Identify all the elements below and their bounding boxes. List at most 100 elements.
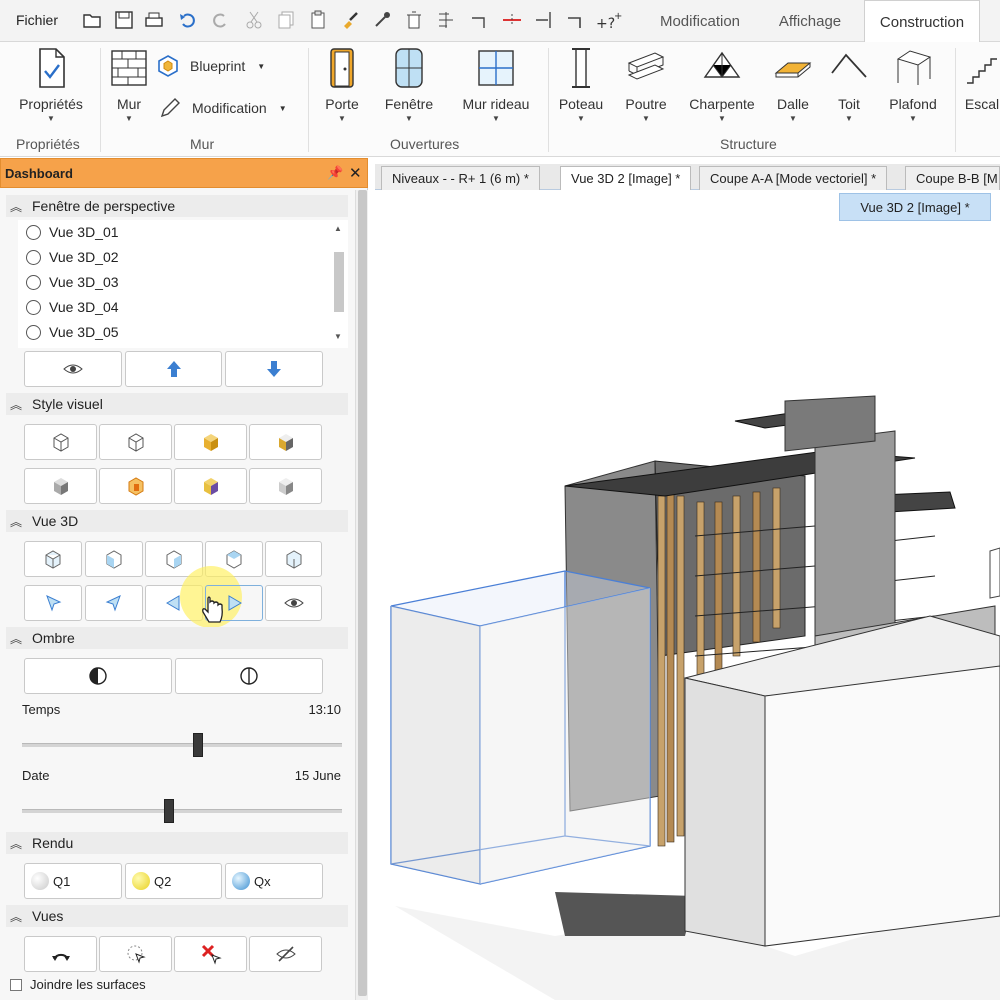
shadow-on-button[interactable] [24, 658, 172, 694]
perspective-item-2[interactable]: Vue 3D_02 [26, 249, 119, 265]
section-vues[interactable]: ︽ Vues [6, 905, 348, 927]
radio-button[interactable] [26, 274, 41, 290]
extend-icon[interactable] [534, 10, 554, 30]
print-icon[interactable] [144, 10, 164, 30]
render-q1-button[interactable]: Q1 [24, 863, 122, 899]
view-perspective-button[interactable] [24, 351, 122, 387]
temps-slider[interactable] [22, 743, 342, 747]
tab-affichage[interactable]: Affichage [766, 0, 854, 42]
perspective-item-1[interactable]: Vue 3D_01 [26, 224, 119, 240]
align-icon[interactable] [436, 10, 456, 30]
modification-button[interactable]: Modification ▼ [158, 96, 287, 120]
charpente-button[interactable]: Charpente ▼ [684, 46, 760, 123]
tab-modification[interactable]: Modification [648, 0, 752, 42]
view-left-button[interactable] [265, 541, 322, 577]
hide-view-button[interactable] [249, 936, 322, 972]
style-colored-button[interactable] [174, 468, 247, 504]
close-icon[interactable]: ✕ [349, 164, 362, 182]
scroll-down-icon[interactable]: ▼ [334, 332, 342, 341]
nav-view-button[interactable] [265, 585, 322, 621]
style-render-button[interactable] [249, 468, 322, 504]
open-folder-icon[interactable] [82, 10, 102, 30]
toit-button[interactable]: Toit ▼ [824, 46, 874, 123]
cut-icon[interactable] [244, 10, 264, 30]
dalle-button[interactable]: Dalle ▼ [770, 46, 816, 123]
corner-icon[interactable] [566, 10, 586, 30]
section-vue-3d[interactable]: ︽ Vue 3D [6, 510, 348, 532]
paint-brush-icon[interactable] [340, 10, 360, 30]
doc-tab-vue-3d-2[interactable]: Vue 3D 2 [Image] * [560, 166, 692, 190]
mur-rideau-button[interactable]: Mur rideau ▼ [456, 46, 536, 123]
redo-icon[interactable] [210, 10, 230, 30]
poteau-button[interactable]: Poteau ▼ [556, 46, 606, 123]
render-q2-button[interactable]: Q2 [125, 863, 222, 899]
eyedropper-icon[interactable] [372, 10, 392, 30]
render-qx-button[interactable]: Qx [225, 863, 323, 899]
proprietes-button[interactable]: Propriétés ▼ [14, 46, 88, 123]
style-shaded-button[interactable] [174, 424, 247, 460]
perspective-item-3[interactable]: Vue 3D_03 [26, 274, 119, 290]
perspective-item-5[interactable]: Vue 3D_05 [26, 324, 119, 340]
scroll-up-icon[interactable]: ▲ [334, 224, 342, 233]
select-view-button[interactable] [99, 936, 172, 972]
separator [955, 48, 956, 152]
restore-view-button[interactable] [24, 936, 97, 972]
porte-button[interactable]: Porte ▼ [320, 46, 364, 123]
shadow-off-button[interactable] [175, 658, 323, 694]
doc-tab-niveaux[interactable]: Niveaux - - R+ 1 (6 m) * [381, 166, 540, 190]
radio-button[interactable] [26, 324, 41, 340]
join-surfaces-checkbox[interactable]: Joindre les surfaces [10, 977, 146, 992]
building-model-render[interactable] [375, 196, 1000, 1000]
radio-button[interactable] [26, 249, 41, 265]
style-wireframe-button[interactable] [24, 424, 97, 460]
tab-construction[interactable]: Construction [864, 0, 980, 43]
copy-icon[interactable] [276, 10, 296, 30]
scrollbar-thumb[interactable] [334, 252, 344, 312]
radio-button[interactable] [26, 299, 41, 315]
slab-icon [773, 46, 813, 90]
style-textured-button[interactable] [249, 424, 322, 460]
help-icon[interactable]: +? + [596, 10, 630, 30]
mur-button[interactable]: Mur ▼ [108, 46, 150, 123]
style-transparent-button[interactable] [99, 468, 172, 504]
section-perspective[interactable]: ︽ Fenêtre de perspective [6, 195, 348, 217]
checkbox[interactable] [10, 978, 22, 991]
pin-icon[interactable]: 📌 [327, 165, 343, 181]
doc-tab-coupe-a-a[interactable]: Coupe A-A [Mode vectoriel] * [699, 166, 888, 190]
nav-pointer-button[interactable] [24, 585, 82, 621]
radio-button[interactable] [26, 224, 41, 240]
delete-icon[interactable] [404, 10, 424, 30]
doc-tab-coupe-b-b[interactable]: Coupe B-B [M [905, 166, 1000, 190]
roof-truss-icon [702, 46, 742, 90]
file-menu[interactable]: Fichier [16, 12, 58, 28]
dashboard-scrollbar[interactable] [355, 190, 368, 1000]
escalier-button[interactable]: Escal [964, 46, 1000, 112]
perspective-item-4[interactable]: Vue 3D_04 [26, 299, 119, 315]
date-slider-thumb[interactable] [164, 799, 175, 823]
paste-icon[interactable] [308, 10, 328, 30]
fenetre-button[interactable]: Fenêtre ▼ [382, 46, 436, 123]
section-style-visuel[interactable]: ︽ Style visuel [6, 393, 348, 415]
nav-pointer-rotate-button[interactable] [85, 585, 143, 621]
plafond-button[interactable]: Plafond ▼ [884, 46, 942, 123]
style-gray-button[interactable] [24, 468, 97, 504]
section-rendu[interactable]: ︽ Rendu [6, 832, 348, 854]
trim-icon[interactable] [470, 10, 490, 30]
delete-view-button[interactable] [174, 936, 247, 972]
blueprint-button[interactable]: Blueprint ▼ [156, 54, 265, 78]
section-ombre[interactable]: ︽ Ombre [6, 627, 348, 649]
undo-icon[interactable] [178, 10, 198, 30]
scrollbar-thumb[interactable] [358, 190, 367, 996]
move-up-button[interactable] [125, 351, 222, 387]
date-slider[interactable] [22, 809, 342, 813]
3d-viewport[interactable] [375, 196, 1000, 1000]
split-icon[interactable] [502, 10, 522, 30]
perspective-list-scrollbar[interactable]: ▲ ▼ [332, 224, 346, 344]
view-iso-button[interactable] [24, 541, 82, 577]
move-down-button[interactable] [225, 351, 323, 387]
style-hidden-line-button[interactable] [99, 424, 172, 460]
save-icon[interactable] [114, 10, 134, 30]
view-front-button[interactable] [85, 541, 143, 577]
poutre-button[interactable]: Poutre ▼ [620, 46, 672, 123]
temps-slider-thumb[interactable] [193, 733, 203, 757]
